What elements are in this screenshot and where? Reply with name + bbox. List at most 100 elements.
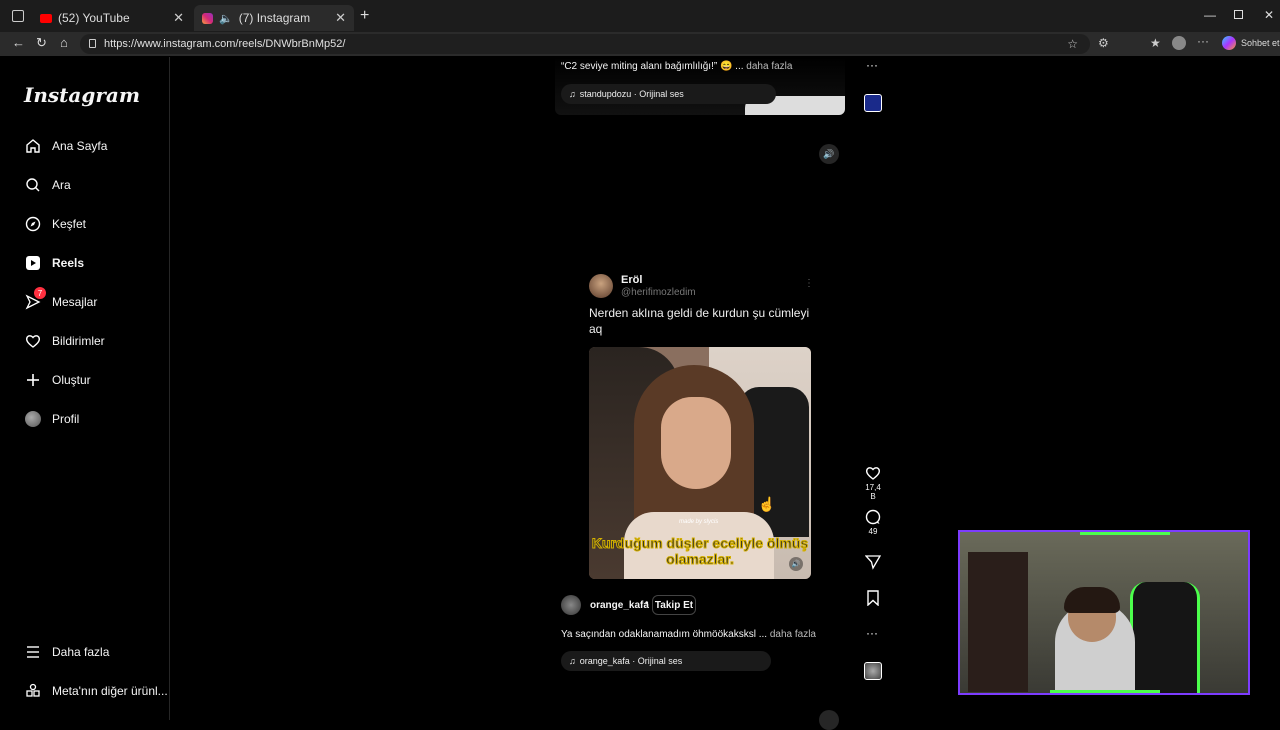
- webcam-chair: [1130, 582, 1200, 693]
- tab-label: (7) Instagram: [238, 11, 311, 25]
- next-mute-button[interactable]: [819, 710, 839, 730]
- video-woman-face: [661, 397, 731, 489]
- copilot-label[interactable]: Sohbet et: [1241, 38, 1280, 48]
- sidebar-item-label: Daha fazla: [52, 645, 110, 659]
- sidebar-item-reels[interactable]: Reels: [24, 254, 84, 272]
- video-mute-button[interactable]: 🔊: [789, 557, 803, 571]
- reel-audio-pill[interactable]: ♫ orange_kafa · Orijinal ses: [561, 651, 771, 671]
- author-avatar[interactable]: [561, 595, 581, 615]
- speaker-icon[interactable]: 🔈: [219, 12, 233, 25]
- back-icon[interactable]: ←: [12, 35, 25, 50]
- prev-caption: “C2 seviye miting alanı bağımlılığı!” 😄 …: [561, 61, 792, 72]
- music-note-icon: ♫: [569, 89, 576, 99]
- more-icon[interactable]: ···: [1197, 34, 1209, 48]
- url-text: https://www.instagram.com/reels/DNWbrBnM…: [104, 38, 346, 50]
- heart-icon: [24, 332, 42, 350]
- url-input[interactable]: https://www.instagram.com/reels/DNWbrBnM…: [80, 34, 1090, 54]
- extensions-icon[interactable]: ⚙: [1098, 36, 1109, 50]
- speaker-icon: 🔊: [791, 561, 801, 568]
- sidebar-item-notifications[interactable]: Bildirimler: [24, 332, 105, 350]
- more-link[interactable]: daha fazla: [770, 629, 816, 640]
- sidebar-item-search[interactable]: Ara: [24, 176, 71, 194]
- sidebar-item-label: Bildirimler: [52, 334, 105, 348]
- audio-thumbnail[interactable]: [864, 662, 882, 680]
- more-options-icon[interactable]: ···: [866, 58, 878, 72]
- plus-icon: [24, 371, 42, 389]
- profile-avatar[interactable]: [1172, 36, 1186, 50]
- music-note-icon: ♫: [569, 656, 576, 666]
- minimize-icon[interactable]: —: [1204, 8, 1216, 22]
- apps-icon: [24, 682, 42, 700]
- sidebar-item-meta[interactable]: Meta'nın diğer ürünl...: [24, 682, 168, 700]
- reel-caption: Ya saçından odaklanamadım öhmöökaksksl .…: [561, 629, 816, 640]
- instagram-logo[interactable]: Instagram: [24, 83, 140, 107]
- heart-icon: [865, 467, 881, 480]
- audio-label: orange_kafa · Orijinal ses: [579, 656, 683, 666]
- restore-icon[interactable]: [1234, 10, 1243, 19]
- sidebar-item-more[interactable]: Daha fazla: [24, 643, 109, 661]
- close-tab-icon[interactable]: ✕: [335, 10, 346, 26]
- more-link[interactable]: daha fazla: [746, 61, 792, 72]
- sidebar-item-explore[interactable]: Keşfet: [24, 215, 86, 233]
- caption-text: “C2 seviye miting alanı bağımlılığı!” 😄 …: [561, 61, 744, 72]
- lock-icon: [89, 39, 96, 48]
- separator-dot: •: [645, 598, 649, 609]
- home-icon[interactable]: ⌂: [60, 35, 68, 50]
- sidebar-item-create[interactable]: Oluştur: [24, 371, 91, 389]
- copilot-icon[interactable]: [1222, 36, 1236, 50]
- video-subtitle: Kurduğum düşler eceliyle ölmüş olamazlar…: [591, 535, 809, 568]
- prev-audio-pill[interactable]: ♫ standupdozu · Orijinal ses: [561, 84, 776, 104]
- like-button[interactable]: 17,4 B: [862, 465, 884, 501]
- sidebar-item-label: Oluştur: [52, 373, 91, 387]
- sidebar-item-home[interactable]: Ana Sayfa: [24, 137, 107, 155]
- sidebar-item-label: Keşfet: [52, 217, 87, 231]
- youtube-icon: [40, 13, 52, 23]
- address-bar: ← ↻ ⌂ https://www.instagram.com/reels/DN…: [0, 32, 1280, 56]
- instagram-icon: [202, 12, 213, 24]
- caption-text: Ya saçından odaklanamadım öhmöökaksksl .…: [561, 629, 768, 640]
- speaker-icon: 🔊: [823, 148, 835, 159]
- new-tab-icon[interactable]: +: [360, 7, 369, 25]
- share-button[interactable]: [862, 554, 884, 572]
- webcam-hair: [1064, 587, 1120, 613]
- follow-label: Takip Et: [654, 599, 694, 611]
- follow-button[interactable]: Takip Et: [652, 595, 696, 615]
- prev-audio-thumbnail[interactable]: [864, 94, 882, 112]
- avatar: [24, 410, 42, 428]
- tab-label: (52) YouTube: [58, 11, 130, 25]
- sidebar-item-messages[interactable]: 7 Mesajlar: [24, 287, 97, 311]
- tab-actions-icon[interactable]: [12, 10, 24, 22]
- webcam-overlay: [958, 530, 1250, 695]
- favorites-icon[interactable]: ★: [1150, 36, 1161, 50]
- webcam-glow-bottom: [1050, 690, 1160, 693]
- reel-video[interactable]: made by slycis Kurduğum düşler eceliyle …: [589, 347, 811, 579]
- close-window-icon[interactable]: ✕: [1264, 8, 1274, 22]
- save-button[interactable]: [862, 590, 884, 608]
- home-icon: [24, 137, 42, 155]
- search-icon: [24, 176, 42, 194]
- webcam-shelf: [968, 552, 1028, 692]
- tweet-handle: @herifimozledim: [621, 287, 696, 298]
- author-name[interactable]: orange_kafa: [590, 600, 649, 611]
- close-tab-icon[interactable]: ✕: [173, 10, 184, 26]
- video-watermark: made by slycis: [679, 519, 719, 525]
- reels-icon: [24, 254, 42, 272]
- comment-button[interactable]: 49: [862, 509, 884, 536]
- sidebar-item-label: Ara: [52, 178, 71, 192]
- messenger-icon: 7: [24, 287, 46, 311]
- more-options-icon[interactable]: ···: [866, 626, 878, 640]
- tweet-name: Eröl: [621, 274, 643, 286]
- mute-button[interactable]: 🔊: [819, 144, 839, 164]
- browser-tab-bar: (52) YouTube ✕ 🔈 (7) Instagram ✕ + — ✕: [0, 0, 1280, 32]
- refresh-icon[interactable]: ↻: [36, 35, 47, 51]
- tweet-more-icon: ⋮: [804, 278, 814, 289]
- sidebar-item-label: Reels: [52, 256, 85, 270]
- sidebar-item-profile[interactable]: Profil: [24, 410, 79, 428]
- favorite-icon[interactable]: ☆: [1067, 37, 1078, 51]
- messages-badge: 7: [34, 287, 46, 299]
- sidebar-item-label: Ana Sayfa: [52, 139, 108, 153]
- tab-youtube[interactable]: (52) YouTube ✕: [32, 5, 192, 31]
- tab-instagram[interactable]: 🔈 (7) Instagram ✕: [194, 5, 354, 31]
- sidebar-item-label: Profil: [52, 412, 80, 426]
- menu-icon: [24, 643, 42, 661]
